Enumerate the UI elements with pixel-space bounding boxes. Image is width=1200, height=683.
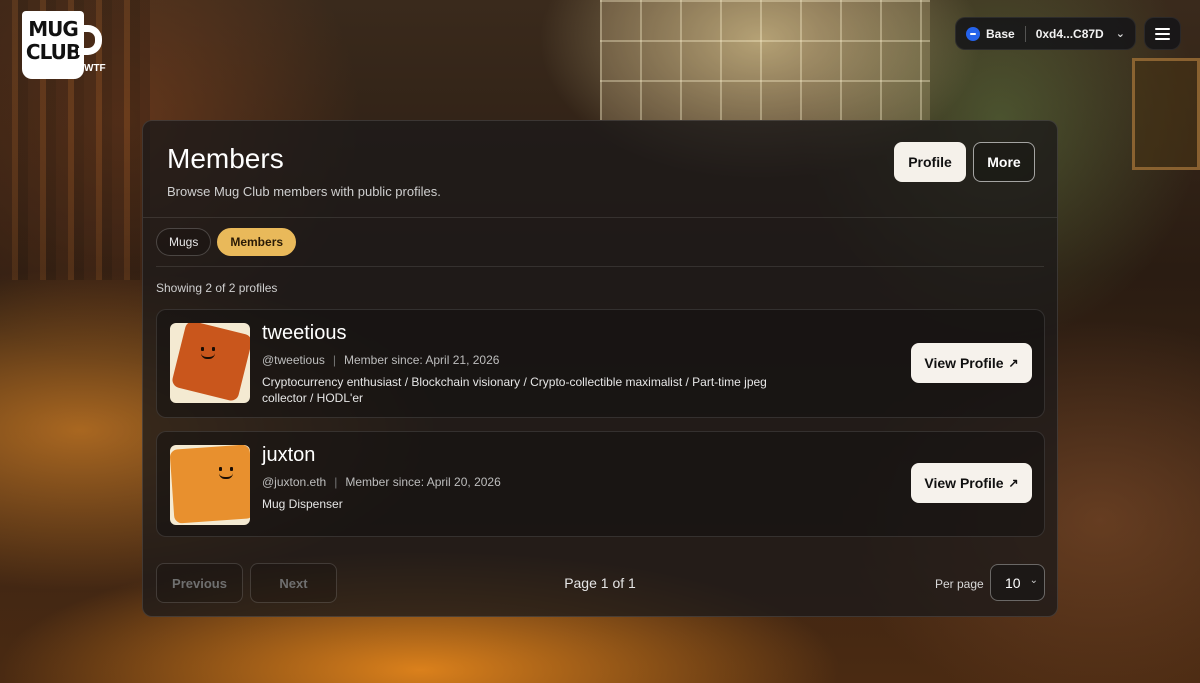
member-meta: @tweetious | Member since: April 21, 202… (262, 353, 499, 367)
previous-page-button[interactable]: Previous (156, 563, 243, 603)
smiley-face-icon (214, 467, 238, 487)
wallet-divider (1024, 25, 1026, 42)
member-handle: @juxton.eth (262, 475, 327, 489)
member-card: tweetious @tweetious | Member since: Apr… (156, 309, 1045, 418)
member-name: juxton (262, 444, 316, 466)
logo-mug: MUG CLUB (22, 11, 84, 79)
profile-button[interactable]: Profile (894, 142, 966, 182)
avatar-mug-tile (170, 445, 250, 524)
hamburger-menu-button[interactable] (1144, 17, 1181, 50)
logo-text-line1: MUG (28, 17, 79, 41)
member-name: tweetious (262, 322, 347, 344)
base-network-icon (966, 26, 980, 41)
member-handle: @tweetious (262, 353, 325, 367)
avatar (170, 445, 250, 525)
view-profile-button[interactable]: View Profile ↗ (911, 343, 1032, 383)
face-eye (219, 467, 222, 471)
tab-members[interactable]: Members (217, 228, 297, 256)
logo-mug-handle (78, 25, 102, 55)
tab-mugs[interactable]: Mugs (156, 228, 212, 256)
face-eye (212, 347, 215, 351)
member-since: Member since: April 21, 2026 (344, 353, 500, 367)
member-since: Member since: April 20, 2026 (345, 475, 501, 489)
per-page-select[interactable]: 10 ⌄ (990, 564, 1045, 601)
view-profile-label: View Profile (924, 475, 1004, 491)
per-page-value: 10 (1005, 574, 1021, 591)
background-window (600, 0, 930, 120)
wallet-address: 0xd4...C87D (1035, 26, 1104, 41)
member-bio: Mug Dispenser (262, 497, 343, 511)
face-smile (219, 473, 233, 479)
member-card: juxton @juxton.eth | Member since: April… (156, 431, 1045, 537)
per-page-label: Per page (935, 577, 984, 591)
next-page-button[interactable]: Next (250, 563, 337, 603)
page-subtitle: Browse Mug Club members with public prof… (167, 184, 441, 199)
chevron-down-icon: ⌄ (1115, 28, 1125, 40)
section-tabs: Mugs Members (156, 228, 297, 256)
background-picture-frame (1132, 58, 1200, 170)
mug-club-logo[interactable]: MUG CLUB WTF (22, 11, 106, 81)
chevron-down-icon: ⌄ (1029, 575, 1038, 586)
meta-separator: | (334, 475, 338, 489)
hamburger-line (1155, 32, 1170, 35)
more-button[interactable]: More (973, 142, 1035, 182)
smiley-face-icon (196, 347, 220, 367)
view-profile-label: View Profile (924, 355, 1004, 371)
member-bio: Cryptocurrency enthusiast / Blockchain v… (262, 375, 767, 405)
logo-suffix: WTF (84, 63, 106, 74)
wallet-network-selector[interactable]: Base 0xd4...C87D ⌄ (955, 17, 1136, 50)
logo-text-line2: CLUB (25, 40, 81, 64)
page-title: Members (167, 143, 284, 174)
external-link-arrow-icon: ↗ (1008, 356, 1019, 370)
face-eye (230, 467, 233, 471)
view-profile-button[interactable]: View Profile ↗ (911, 463, 1032, 503)
results-count: Showing 2 of 2 profiles (156, 281, 278, 295)
face-smile (201, 353, 215, 359)
face-eye (201, 347, 204, 351)
hamburger-line (1155, 37, 1170, 40)
external-link-arrow-icon: ↗ (1008, 476, 1019, 490)
meta-separator: | (332, 353, 337, 367)
tabs-divider (156, 266, 1044, 267)
panel-header: Members Browse Mug Club members with pub… (143, 121, 1057, 218)
members-panel: Members Browse Mug Club members with pub… (142, 120, 1058, 617)
network-label: Base (986, 26, 1015, 41)
member-meta: @juxton.eth | Member since: April 20, 20… (262, 475, 501, 489)
avatar (170, 323, 250, 403)
hamburger-menu-icon (1155, 27, 1170, 30)
